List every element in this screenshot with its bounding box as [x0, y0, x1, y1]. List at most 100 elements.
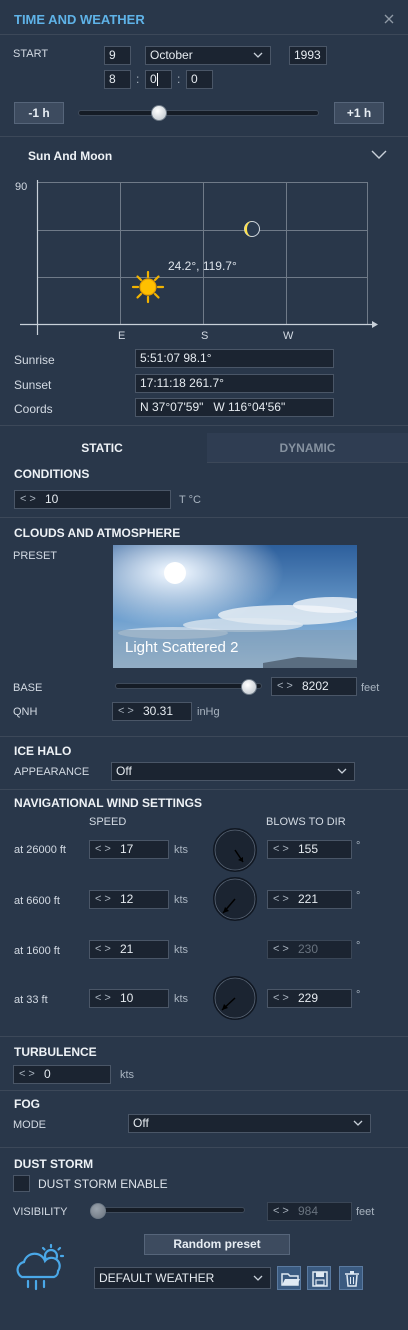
trash-icon [345, 1271, 359, 1287]
day-field[interactable]: 9 [104, 46, 131, 65]
appearance-value: Off [116, 764, 132, 778]
temperature-spinner[interactable]: <> 10 [14, 490, 171, 509]
wind-speed-unit: kts [174, 894, 189, 906]
dust-storm-enable-label: DUST STORM ENABLE [38, 1177, 168, 1191]
chevron-down-icon[interactable] [371, 150, 387, 160]
hour-field[interactable]: 8 [104, 70, 131, 89]
wind-dir-33[interactable]: <> 229 [267, 989, 352, 1008]
wind-speed-unit: kts [174, 844, 189, 856]
wind-dir-value: 229 [298, 991, 319, 1005]
minus-hour-button[interactable]: -1 h [14, 102, 64, 124]
save-button[interactable] [307, 1266, 331, 1290]
second-field[interactable]: 0 [186, 70, 213, 89]
wind-speed-value: 12 [120, 892, 134, 906]
fog-mode-select[interactable]: Off [128, 1114, 371, 1133]
fog-title: FOG [14, 1097, 40, 1111]
visibility-spinner: <> 984 [267, 1202, 352, 1221]
tab-dynamic[interactable]: DYNAMIC [207, 433, 408, 463]
moon-icon [244, 221, 260, 237]
appearance-select[interactable]: Off [111, 762, 355, 781]
wind-row-6600-label: at 6600 ft [14, 895, 60, 907]
base-spinner[interactable]: <> 8202 [271, 677, 357, 696]
wind-dial-26000[interactable] [212, 827, 258, 873]
dust-storm-title: DUST STORM [14, 1157, 94, 1171]
time-slider-track[interactable] [78, 110, 319, 116]
start-label: START [13, 48, 49, 60]
degree-symbol: ° [356, 840, 361, 852]
spinner-arrows-icon[interactable]: <> [277, 678, 296, 695]
spinner-arrows-icon[interactable]: <> [95, 990, 114, 1007]
month-value: October [150, 48, 193, 62]
text-cursor [156, 73, 158, 87]
temperature-unit: T °C [179, 494, 201, 506]
wind-speed-1600[interactable]: <> 21 [89, 940, 169, 959]
visibility-slider-track[interactable] [93, 1207, 245, 1213]
clouds-title: CLOUDS AND ATMOSPHERE [14, 526, 181, 540]
turbulence-spinner[interactable]: <> 0 [13, 1065, 111, 1084]
wind-dir-26000[interactable]: <> 155 [267, 840, 352, 859]
degree-symbol: ° [356, 890, 361, 902]
wind-dir-1600: <> 230 [267, 940, 352, 959]
spinner-arrows-icon[interactable]: <> [19, 1066, 38, 1083]
coords-value: N 37°07'59" W 116°04'56" [135, 398, 334, 417]
spinner-arrows-icon[interactable]: <> [95, 891, 114, 908]
close-icon[interactable] [384, 14, 394, 24]
chevron-down-icon [353, 1120, 363, 1126]
spinner-arrows-icon[interactable]: <> [273, 891, 292, 908]
base-slider-track[interactable] [115, 683, 262, 689]
spinner-arrows-icon[interactable]: <> [20, 491, 39, 508]
sunset-label: Sunset [14, 378, 52, 392]
wind-speed-26000[interactable]: <> 17 [89, 840, 169, 859]
time-slider-knob[interactable] [151, 105, 167, 121]
plus-hour-button[interactable]: +1 h [334, 102, 384, 124]
spinner-arrows-icon[interactable]: <> [95, 841, 114, 858]
visibility-slider-knob[interactable] [90, 1203, 106, 1219]
preset-name: Light Scattered 2 [125, 639, 239, 656]
degree-symbol: ° [356, 989, 361, 1001]
folder-icon [281, 1273, 300, 1286]
weather-preset-value: DEFAULT WEATHER [99, 1271, 215, 1285]
chevron-down-icon [253, 52, 263, 58]
wind-speed-33[interactable]: <> 10 [89, 989, 169, 1008]
cloud-preset-image[interactable]: Light Scattered 2 [113, 545, 357, 668]
turbulence-title: TURBULENCE [14, 1045, 97, 1059]
chevron-down-icon [337, 768, 347, 774]
x-tick-s: S [201, 330, 209, 342]
wind-dial-6600[interactable] [212, 876, 258, 922]
wind-dir-value: 230 [298, 942, 319, 956]
weather-preset-select[interactable]: DEFAULT WEATHER [94, 1267, 271, 1289]
qnh-spinner[interactable]: <> 30.31 [112, 702, 192, 721]
sun-moon-title: Sun And Moon [28, 149, 113, 163]
year-field[interactable]: 1993 [289, 46, 327, 65]
tab-dynamic-label: DYNAMIC [279, 441, 336, 455]
wind-dir-6600[interactable]: <> 221 [267, 890, 352, 909]
spinner-arrows-icon[interactable]: <> [273, 841, 292, 858]
dir-header: BLOWS TO DIR [266, 816, 346, 828]
sunset-value: 17:11:18 261.7° [135, 374, 334, 393]
wind-speed-6600[interactable]: <> 12 [89, 890, 169, 909]
wind-dial-33[interactable] [212, 975, 258, 1021]
spinner-arrows-icon[interactable]: <> [95, 941, 114, 958]
dust-storm-checkbox[interactable] [13, 1175, 30, 1192]
x-tick-w: W [283, 330, 294, 342]
visibility-label: VISIBILITY [13, 1206, 68, 1218]
wind-row-33-label: at 33 ft [14, 994, 48, 1006]
spinner-arrows-icon[interactable]: <> [118, 703, 137, 720]
ice-halo-title: ICE HALO [14, 744, 72, 758]
random-preset-button[interactable]: Random preset [144, 1234, 290, 1255]
month-select[interactable]: October [145, 46, 271, 65]
base-slider-knob[interactable] [240, 679, 257, 695]
delete-button[interactable] [339, 1266, 363, 1290]
turbulence-value: 0 [44, 1067, 51, 1081]
wind-title: NAVIGATIONAL WIND SETTINGS [14, 796, 202, 810]
temperature-value: 10 [45, 492, 59, 506]
sunrise-label: Sunrise [14, 353, 55, 367]
spinner-arrows-icon[interactable]: <> [273, 990, 292, 1007]
tab-static[interactable]: STATIC [0, 433, 204, 463]
base-unit: feet [361, 682, 380, 694]
wind-speed-unit: kts [174, 944, 189, 956]
open-folder-button[interactable] [277, 1266, 301, 1290]
turbulence-unit: kts [120, 1069, 135, 1081]
spinner-arrows-icon: <> [273, 943, 292, 955]
minute-field[interactable]: 0 [145, 70, 172, 89]
